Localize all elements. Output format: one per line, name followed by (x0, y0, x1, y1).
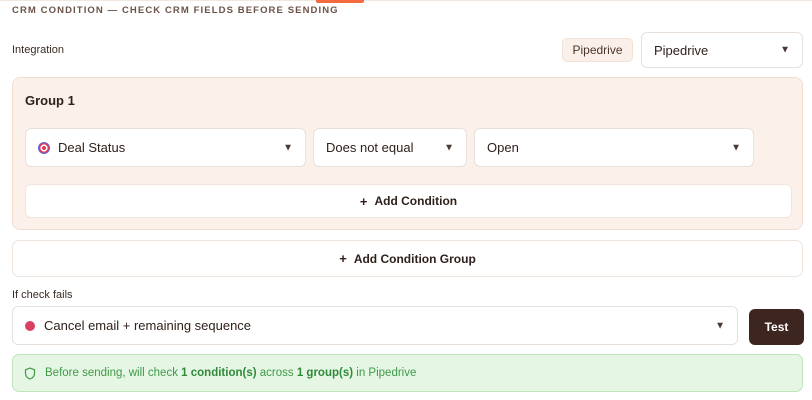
active-tab-indicator (316, 0, 364, 3)
group-title: Group 1 (25, 93, 75, 108)
shield-icon (24, 366, 36, 380)
on-fail-action-select[interactable]: Cancel email + remaining sequence ▼ (12, 306, 738, 345)
if-check-fails-label: If check fails (12, 289, 73, 301)
integration-label: Integration (12, 44, 64, 56)
top-divider (0, 0, 812, 1)
status-dot-icon (25, 320, 35, 331)
target-icon (38, 141, 50, 154)
summary-groups-count: 1 group(s) (296, 367, 354, 379)
integration-badge: Pipedrive (562, 38, 633, 62)
summary-middle: across (259, 367, 294, 379)
summary-prefix: Before sending, will check (45, 367, 178, 379)
plus-icon: + (339, 251, 347, 266)
condition-field-value: Deal Status (58, 140, 126, 155)
condition-operator-select[interactable]: Does not equal ▼ (313, 128, 467, 167)
integration-select[interactable]: Pipedrive ▼ (641, 32, 803, 68)
on-fail-action-value: Cancel email + remaining sequence (44, 318, 252, 333)
add-condition-button[interactable]: + Add Condition (25, 184, 792, 218)
summary-conditions-count: 1 condition(s) (181, 367, 257, 379)
chevron-down-icon: ▼ (780, 44, 790, 56)
chevron-down-icon: ▼ (731, 142, 741, 153)
add-condition-group-label: Add Condition Group (353, 251, 476, 266)
condition-group: Group 1 Deal Status ▼ Does not equal ▼ O… (12, 77, 803, 230)
condition-value-text: Open (487, 140, 519, 155)
chevron-down-icon: ▼ (444, 142, 454, 153)
condition-operator-value: Does not equal (326, 140, 414, 155)
integration-select-value: Pipedrive (654, 42, 709, 58)
section-title: CRM CONDITION — CHECK CRM FIELDS BEFORE … (12, 5, 339, 16)
crm-condition-panel: CRM CONDITION — CHECK CRM FIELDS BEFORE … (0, 0, 812, 400)
plus-icon: + (359, 193, 368, 209)
chevron-down-icon: ▼ (283, 142, 293, 153)
add-condition-group-button[interactable]: + Add Condition Group (12, 240, 803, 277)
chevron-down-icon: ▼ (715, 320, 725, 331)
condition-value-select[interactable]: Open ▼ (474, 128, 754, 167)
check-summary-banner: Before sending, will check 1 condition(s… (12, 354, 803, 392)
condition-field-select[interactable]: Deal Status ▼ (25, 128, 306, 167)
summary-suffix: in Pipedrive (356, 367, 417, 379)
add-condition-label: Add Condition (374, 194, 458, 208)
test-button[interactable]: Test (749, 309, 804, 345)
